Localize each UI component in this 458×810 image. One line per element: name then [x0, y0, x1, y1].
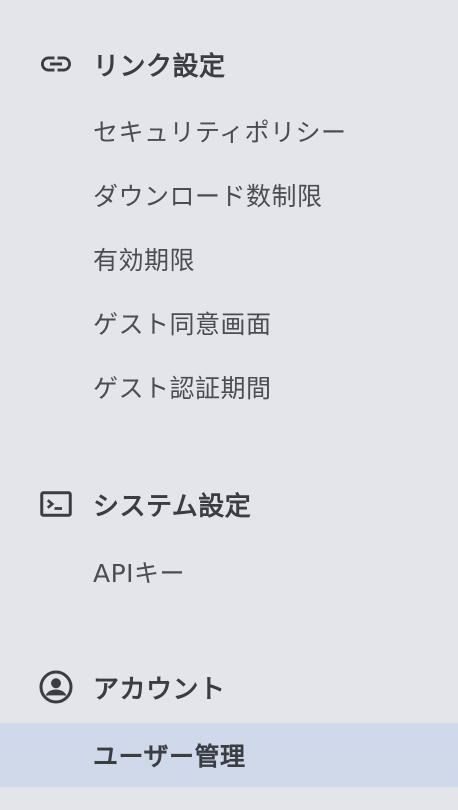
nav-item-download-limit[interactable]: ダウンロード数制限	[0, 163, 458, 227]
nav-item-label: ゲスト同意画面	[93, 310, 272, 339]
nav-item-api-key[interactable]: APIキー	[0, 540, 458, 604]
nav-item-expiration[interactable]: 有効期限	[0, 227, 458, 291]
nav-item-user-management[interactable]: ユーザー管理	[0, 723, 458, 787]
section-header-system-settings: システム設定	[0, 484, 458, 524]
section-header-account: アカウント	[0, 667, 458, 707]
nav-item-guest-auth-period[interactable]: ゲスト認証期間	[0, 355, 458, 419]
terminal-icon	[38, 486, 74, 522]
nav-item-label: ダウンロード数制限	[93, 182, 323, 211]
settings-sidebar: リンク設定 セキュリティポリシー ダウンロード数制限 有効期限 ゲスト同意画面 …	[0, 0, 458, 810]
nav-item-label: ゲスト認証期間	[93, 374, 272, 403]
nav-item-label: 有効期限	[93, 246, 196, 275]
nav-item-label: APIキー	[93, 559, 186, 588]
nav-item-guest-consent[interactable]: ゲスト同意画面	[0, 291, 458, 355]
section-title-system-settings: システム設定	[93, 491, 252, 522]
link-icon	[38, 46, 74, 82]
account-circle-icon	[38, 669, 74, 705]
section-title-link-settings: リンク設定	[93, 51, 226, 82]
nav-item-label: ユーザー管理	[93, 742, 246, 771]
section-header-link-settings: リンク設定	[0, 44, 458, 84]
nav-item-security-policy[interactable]: セキュリティポリシー	[0, 99, 458, 163]
section-title-account: アカウント	[93, 674, 226, 705]
nav-item-label: セキュリティポリシー	[93, 118, 347, 147]
